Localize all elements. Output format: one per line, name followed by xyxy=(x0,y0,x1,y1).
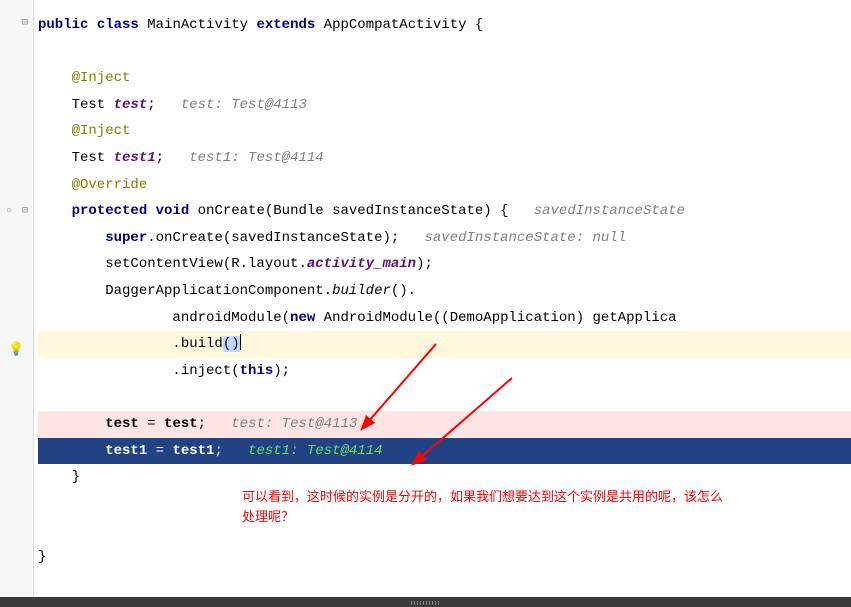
status-bar xyxy=(0,597,851,607)
code-line xyxy=(38,39,851,66)
code-line-highlighted: .build() xyxy=(38,331,851,358)
code-line: super.onCreate(savedInstanceState); save… xyxy=(38,225,851,252)
resize-grip-icon[interactable] xyxy=(411,601,441,605)
code-line: public class MainActivity extends AppCom… xyxy=(38,12,851,39)
caret xyxy=(240,334,241,350)
code-line: DaggerApplicationComponent.builder(). xyxy=(38,278,851,305)
code-line: @Override xyxy=(38,172,851,199)
code-line xyxy=(38,384,851,411)
code-line-selected: test1 = test1; test1: Test@4114 xyxy=(38,438,851,465)
code-line: .inject(this); xyxy=(38,358,851,385)
code-line: @Inject xyxy=(38,118,851,145)
code-line-diff-removed: test = test; test: Test@4113 xyxy=(38,411,851,438)
code-line: protected void onCreate(Bundle savedInst… xyxy=(38,198,851,225)
annotation-note: 可以看到，这时候的实例是分开的，如果我们想要达到这个实例是共用的呢，该怎么 处理… xyxy=(242,487,832,526)
code-line: @Inject xyxy=(38,65,851,92)
code-line: Test test; test: Test@4113 xyxy=(38,92,851,119)
code-line: } xyxy=(38,544,851,571)
code-line: setContentView(R.layout.activity_main); xyxy=(38,251,851,278)
code-line: Test test1; test1: Test@4114 xyxy=(38,145,851,172)
code-line: androidModule(new AndroidModule((DemoApp… xyxy=(38,305,851,332)
